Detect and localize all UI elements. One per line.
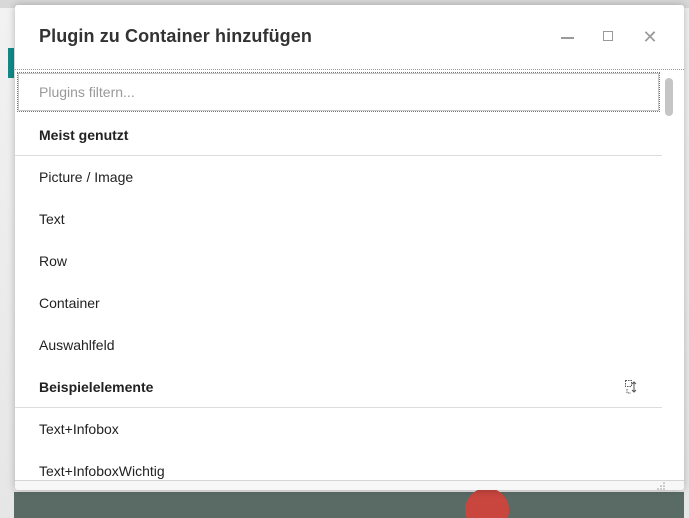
plugin-item-auswahlfeld[interactable]: Auswahlfeld xyxy=(15,324,662,366)
plugin-item-text[interactable]: Text xyxy=(15,198,662,240)
maximize-button[interactable] xyxy=(599,27,619,47)
scrollbar-track[interactable] xyxy=(662,70,684,481)
background-accent-bar xyxy=(8,48,14,78)
drag-move-icon[interactable] xyxy=(624,379,640,395)
close-button[interactable]: ✕ xyxy=(640,27,660,47)
group-header-most-used: Meist genutzt xyxy=(15,114,662,156)
dialog-title: Plugin zu Container hinzufügen xyxy=(39,26,312,46)
scrollbar-thumb[interactable] xyxy=(665,78,673,116)
resize-handle-icon[interactable] xyxy=(656,478,666,490)
plugin-item-row[interactable]: Row xyxy=(15,240,662,282)
group-label: Meist genutzt xyxy=(39,127,129,143)
plugin-label: Row xyxy=(39,253,68,269)
group-header-examples: Beispielelemente xyxy=(15,366,662,408)
plugin-item-text-infobox[interactable]: Text+Infobox xyxy=(15,408,662,450)
add-plugin-dialog: Plugin zu Container hinzufügen ✕ Meist g… xyxy=(15,5,684,490)
plugin-item-container[interactable]: Container xyxy=(15,282,662,324)
dialog-header: Plugin zu Container hinzufügen ✕ xyxy=(15,5,684,69)
background-footer xyxy=(14,492,684,518)
minimize-button[interactable] xyxy=(558,27,578,47)
plugin-item-text-infobox-wichtig[interactable]: Text+InfoboxWichtig xyxy=(15,450,662,481)
maximize-icon xyxy=(603,31,613,41)
filter-row xyxy=(17,72,660,112)
minimize-icon xyxy=(561,37,574,39)
plugin-label: Auswahlfeld xyxy=(39,337,115,353)
group-label: Beispielelemente xyxy=(39,379,154,395)
plugin-label: Picture / Image xyxy=(39,169,134,185)
plugin-item-picture-image[interactable]: Picture / Image xyxy=(15,156,662,198)
dialog-footer xyxy=(15,480,684,490)
plugin-label: Text+Infobox xyxy=(39,421,119,437)
plugin-filter-input[interactable] xyxy=(18,73,659,111)
plugin-list-panel: Meist genutzt Picture / Image Text Row C… xyxy=(15,69,684,481)
close-icon: ✕ xyxy=(642,27,658,47)
plugin-list: Meist genutzt Picture / Image Text Row C… xyxy=(15,114,662,481)
plugin-label: Container xyxy=(39,295,100,311)
plugin-label: Text+InfoboxWichtig xyxy=(39,463,165,479)
plugin-label: Text xyxy=(39,211,65,227)
